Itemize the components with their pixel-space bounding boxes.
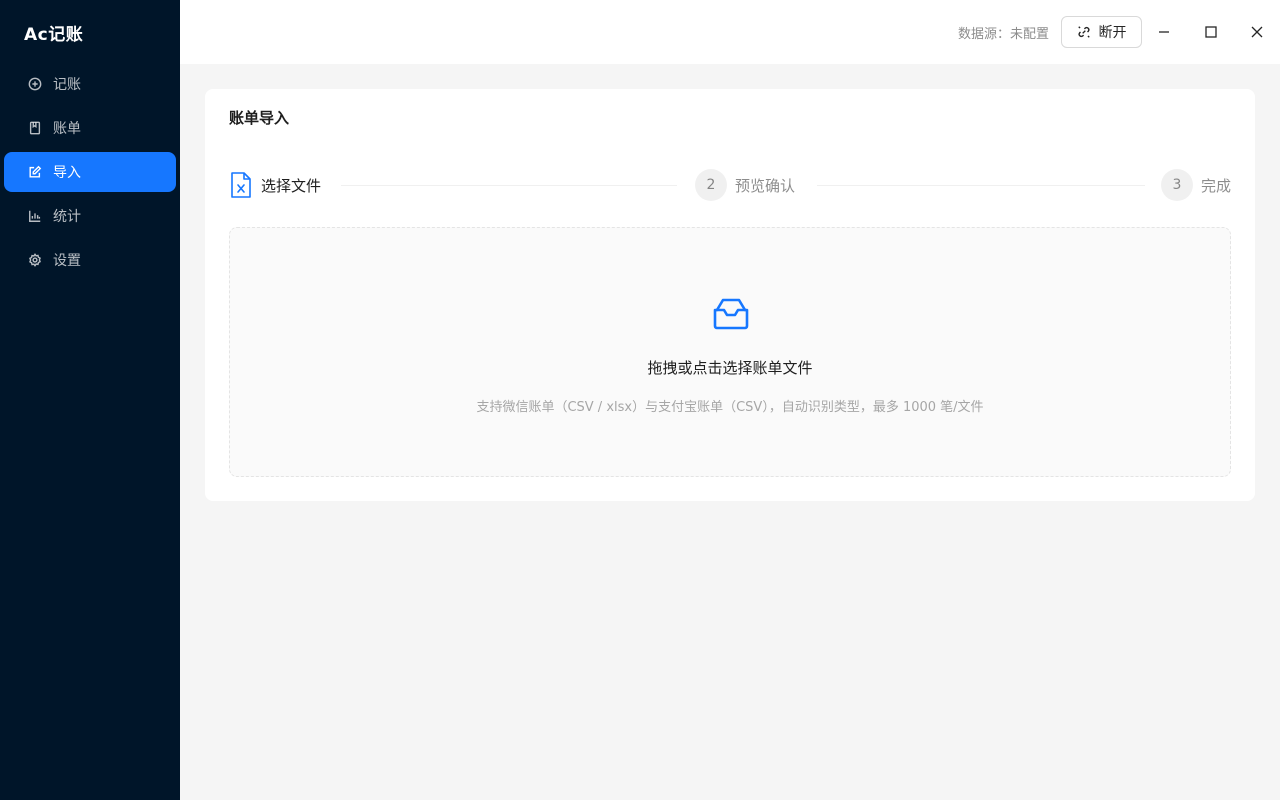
sidebar-item-bills[interactable]: 账单 bbox=[4, 108, 176, 148]
import-steps: 选择文件 2 预览确认 3 完成 bbox=[229, 169, 1231, 201]
close-icon bbox=[1251, 26, 1263, 38]
dropzone-main-text: 拖拽或点击选择账单文件 bbox=[647, 359, 813, 377]
import-card: 账单导入 选择文件 2 预览确认 3 完成 拖拽或点击选择账单文件 支持微信账单… bbox=[205, 89, 1255, 501]
gear-icon bbox=[27, 252, 43, 268]
page-title: 账单导入 bbox=[229, 109, 290, 127]
step-connector bbox=[817, 185, 1145, 186]
disconnect-label: 断开 bbox=[1098, 25, 1127, 41]
step-number: 3 bbox=[1161, 169, 1193, 201]
sidebar-item-label: 账单 bbox=[53, 121, 81, 137]
minimize-button[interactable] bbox=[1152, 20, 1176, 44]
datasource-status: 数据源：未配置 bbox=[957, 27, 1049, 42]
sidebar-menu: 记账 账单 导入 统计 设置 bbox=[0, 64, 180, 284]
plus-circle-icon bbox=[27, 76, 43, 92]
dropzone-hint-text: 支持微信账单（CSV / xlsx）与支付宝账单（CSV），自动识别类型，最多 … bbox=[476, 400, 984, 415]
inbox-icon bbox=[711, 294, 751, 334]
sidebar-item-label: 导入 bbox=[53, 165, 81, 181]
maximize-button[interactable] bbox=[1199, 20, 1223, 44]
sidebar-item-label: 统计 bbox=[53, 209, 81, 225]
step-connector bbox=[341, 185, 677, 186]
excel-file-icon bbox=[229, 171, 253, 199]
sidebar-item-label: 记账 bbox=[53, 77, 81, 93]
sidebar-item-label: 设置 bbox=[53, 253, 81, 269]
close-button[interactable] bbox=[1245, 20, 1269, 44]
bar-chart-icon bbox=[27, 208, 43, 224]
step-number: 2 bbox=[695, 169, 727, 201]
sidebar-item-stats[interactable]: 统计 bbox=[4, 196, 176, 236]
book-icon bbox=[27, 120, 43, 136]
top-bar: 数据源：未配置 断开 bbox=[180, 0, 1280, 64]
app-logo: Ac记账 bbox=[24, 25, 84, 45]
step-title: 完成 bbox=[1200, 176, 1231, 195]
step-select-file: 选择文件 bbox=[229, 169, 321, 201]
file-dropzone[interactable]: 拖拽或点击选择账单文件 支持微信账单（CSV / xlsx）与支付宝账单（CSV… bbox=[229, 227, 1231, 477]
sidebar-item-settings[interactable]: 设置 bbox=[4, 240, 176, 280]
minimize-icon bbox=[1159, 31, 1169, 33]
edit-icon bbox=[27, 164, 43, 180]
disconnect-link-icon bbox=[1077, 26, 1090, 38]
step-title: 预览确认 bbox=[735, 176, 796, 195]
disconnect-button[interactable]: 断开 bbox=[1061, 16, 1142, 48]
sidebar-item-record[interactable]: 记账 bbox=[4, 64, 176, 104]
sidebar: Ac记账 记账 账单 导入 统计 设置 bbox=[0, 0, 180, 800]
sidebar-item-import[interactable]: 导入 bbox=[4, 152, 176, 192]
step-preview: 2 预览确认 bbox=[695, 169, 795, 201]
step-done: 3 完成 bbox=[1161, 169, 1231, 201]
maximize-icon bbox=[1205, 26, 1217, 38]
step-title: 选择文件 bbox=[261, 176, 322, 195]
